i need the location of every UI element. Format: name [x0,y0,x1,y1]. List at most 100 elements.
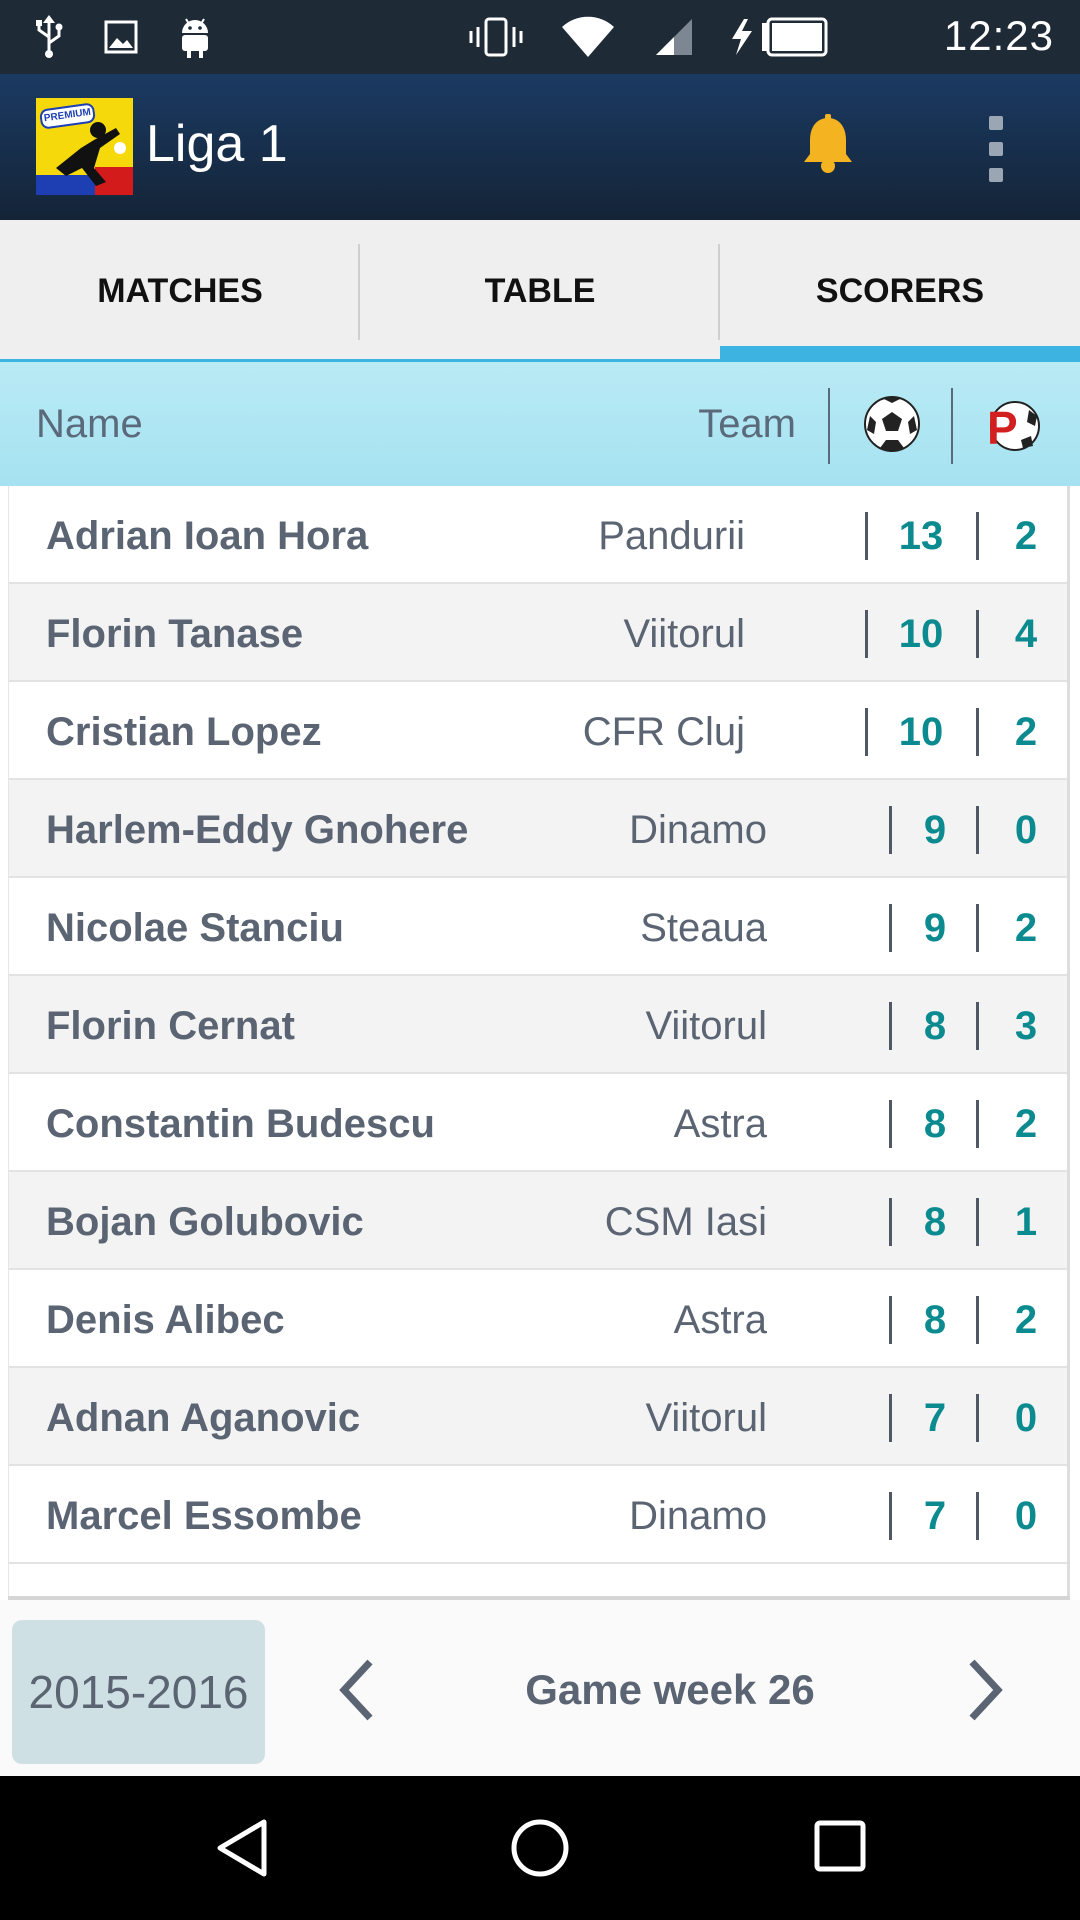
chevron-left-icon[interactable] [336,1658,376,1722]
clock: 12:23 [943,12,1054,59]
goals-count: 9 [923,906,947,950]
battery-charging-icon [732,17,828,57]
player-name: Marcel Essombe [46,1494,362,1538]
table-row[interactable]: Nicolae Stanciu Steaua 9 2 [9,878,1067,976]
player-name: Bojan Golubovic [46,1200,364,1244]
android-icon [182,18,208,58]
chevron-right-icon[interactable] [966,1658,1006,1722]
system-nav-bar [0,1776,1080,1920]
soccer-ball-icon [864,396,920,452]
tab-matches[interactable]: MATCHES [0,220,360,362]
column-separator [889,806,892,854]
player-team: Viitorul [645,1004,767,1048]
goals-count: 8 [923,1200,947,1244]
scorers-list[interactable]: Adrian Ioan Hora Pandurii 13 2 Florin Tanase… [8,486,1070,1596]
column-separator [976,1198,979,1246]
column-separator [865,708,868,756]
table-row[interactable]: Adrian Ioan Hora Pandurii 13 2 [9,486,1067,584]
column-separator [976,708,979,756]
table-row[interactable]: Bojan Golubovic CSM Iasi 8 1 [9,1172,1067,1270]
column-separator [889,1100,892,1148]
player-name: Harlem-Eddy Gnohere [46,808,469,852]
recents-icon[interactable] [814,1820,866,1872]
player-name: Cristian Lopez [46,710,322,754]
player-team: Pandurii [598,514,745,558]
penalty-count: 2 [1014,1102,1038,1146]
goals-count: 10 [898,612,944,656]
vibrate-icon [469,17,523,57]
season-selector[interactable]: 2015-2016 [12,1620,265,1764]
column-separator [976,1394,979,1442]
svg-text:P: P [987,402,1018,452]
table-row[interactable]: Florin Cernat Viitorul 8 3 [9,976,1067,1074]
column-separator [976,1296,979,1344]
home-icon[interactable] [508,1816,572,1880]
player-team: CSM Iasi [604,1200,767,1244]
goals-count: 8 [923,1102,947,1146]
usb-icon [36,15,63,58]
penalty-count: 4 [1014,612,1038,656]
column-separator [865,610,868,658]
player-name: Florin Tanase [46,612,304,656]
column-separator [976,904,979,952]
table-row[interactable]: Adnan Aganovic Viitorul 7 0 [9,1368,1067,1466]
tab-scorers[interactable]: SCORERS [720,220,1080,362]
player-team: Viitorul [623,612,745,656]
player-team: CFR Cluj [582,710,745,754]
signal-icon [656,19,692,55]
player-team: Steaua [640,906,767,950]
app-logo: PREMIUM [36,98,133,195]
bell-icon[interactable] [800,114,856,174]
footer-nav: 2015-2016 Game week 26 [0,1600,1080,1776]
app-bar: PREMIUM Liga 1 [0,74,1080,220]
goals-count: 10 [898,710,944,754]
column-separator [889,1394,892,1442]
column-separator [976,806,979,854]
penalty-count: 0 [1014,1396,1038,1440]
header-team: Team [698,402,796,446]
tab-label: SCORERS [815,271,985,310]
penalty-icon: P [987,401,1040,452]
goals-count: 7 [923,1494,947,1538]
player-team: Astra [673,1298,767,1342]
penalty-count: 0 [1014,1494,1038,1538]
column-separator [976,1100,979,1148]
player-team: Dinamo [629,808,767,852]
table-row[interactable]: Harlem-Eddy Gnohere Dinamo 9 0 [9,780,1067,878]
tab-table[interactable]: TABLE [360,220,720,362]
column-separator [976,1492,979,1540]
table-row[interactable]: Denis Alibec Astra 8 2 [9,1270,1067,1368]
penalty-count: 1 [1014,1200,1038,1244]
column-separator [889,1492,892,1540]
column-separator [865,512,868,560]
table-row[interactable]: Marcel Essombe Dinamo 7 0 [9,1466,1067,1564]
tab-bar: MATCHES TABLE SCORERS [0,220,1080,362]
column-separator [889,1002,892,1050]
penalty-count: 2 [1014,514,1038,558]
player-team: Viitorul [645,1396,767,1440]
table-row[interactable]: Constantin Budescu Astra 8 2 [9,1074,1067,1172]
game-week-label: Game week 26 [525,1666,815,1713]
column-separator [889,1296,892,1344]
table-row[interactable]: Florin Tanase Viitorul 10 4 [9,584,1067,682]
player-name: Nicolae Stanciu [46,906,344,950]
player-team: Astra [673,1102,767,1146]
overflow-menu-icon[interactable] [986,116,1006,182]
back-icon[interactable] [212,1816,272,1880]
player-name: Constantin Budescu [46,1102,435,1146]
table-row[interactable]: Cristian Lopez CFR Cluj 10 2 [9,682,1067,780]
player-team: Dinamo [629,1494,767,1538]
tab-label: MATCHES [97,271,263,310]
goals-count: 8 [923,1298,947,1342]
column-separator [889,1198,892,1246]
penalty-count: 2 [1014,710,1038,754]
goals-count: 8 [923,1004,947,1048]
status-bar: 12:23 [0,0,1080,74]
goals-count: 9 [923,808,947,852]
image-icon [104,20,138,54]
player-name: Adrian Ioan Hora [46,514,369,558]
tab-label: TABLE [484,271,596,310]
player-name: Denis Alibec [46,1298,285,1342]
app-title: Liga 1 [146,115,288,173]
goals-count: 13 [898,514,944,558]
